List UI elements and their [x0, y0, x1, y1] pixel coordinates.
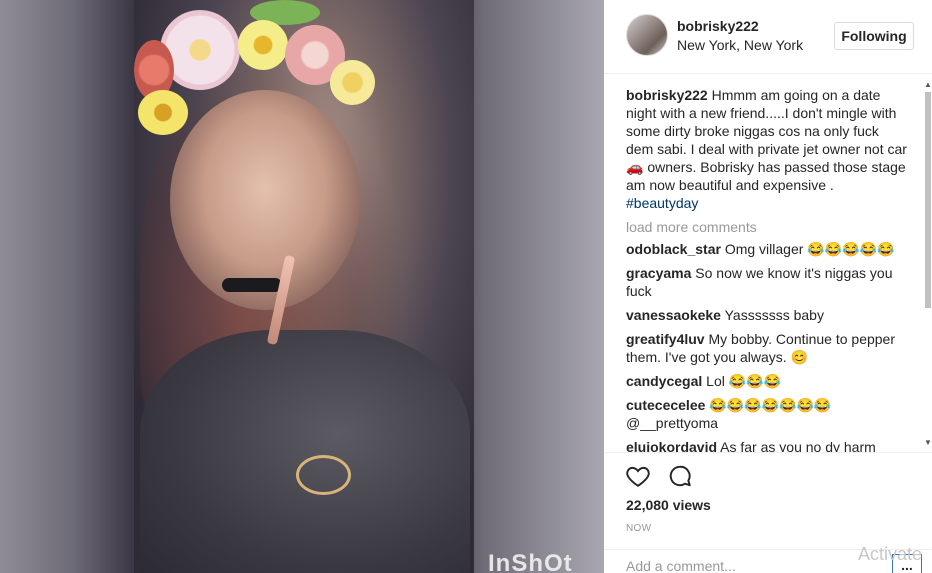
- comment-username[interactable]: cutececelee: [626, 397, 705, 413]
- comment-item: candycegal Lol 😂😂😂: [626, 372, 910, 390]
- comments-list[interactable]: bobrisky222 Hmmm am going on a date nigh…: [626, 86, 910, 452]
- avatar[interactable]: [626, 14, 668, 56]
- like-button[interactable]: [624, 463, 652, 491]
- inshot-watermark: InShOt: [488, 550, 573, 573]
- comment-item: greatify4luv My bobby. Continue to peppe…: [626, 330, 910, 366]
- caption: bobrisky222 Hmmm am going on a date nigh…: [626, 86, 910, 212]
- flower-crown-flower: [138, 90, 188, 135]
- video-subject-shirt: [140, 330, 470, 573]
- comment-username[interactable]: odoblack_star: [626, 241, 721, 257]
- caption-username[interactable]: bobrisky222: [626, 87, 708, 103]
- heart-icon: [626, 466, 650, 487]
- comment-text: Yasssssss baby: [724, 307, 824, 323]
- comment-item: gracyama So now we know it's niggas you …: [626, 264, 910, 300]
- comment-item: elujokordavid As far as you no dy harm a…: [626, 438, 910, 452]
- load-more-comments-link[interactable]: load more comments: [626, 218, 910, 236]
- following-button[interactable]: Following: [834, 22, 914, 50]
- comment-button[interactable]: [666, 463, 694, 491]
- flower-crown-flower: [330, 60, 375, 105]
- post-media[interactable]: InShOt: [0, 0, 604, 573]
- header-location[interactable]: New York, New York: [677, 37, 803, 53]
- scrollbar-thumb[interactable]: [925, 92, 931, 308]
- add-comment-input[interactable]: [626, 558, 866, 573]
- activate-windows-watermark: Activate: [858, 544, 923, 564]
- caption-hashtag[interactable]: #beautyday: [626, 195, 698, 211]
- comment-username[interactable]: candycegal: [626, 373, 702, 389]
- comment-item: odoblack_star Omg villager 😂😂😂😂😂: [626, 240, 910, 258]
- comment-item: cutececelee 😂😂😂😂😂😂😂 @__prettyoma: [626, 396, 910, 432]
- scroll-down-arrow-icon[interactable]: ▼: [924, 438, 932, 448]
- comment-text: Omg villager 😂😂😂😂😂: [724, 241, 895, 257]
- comment-username[interactable]: vanessaokeke: [626, 307, 721, 323]
- flower-crown-flower: [238, 20, 288, 70]
- comment-bubble-icon: [669, 465, 691, 487]
- post-header: bobrisky222 New York, New York Following: [604, 0, 932, 74]
- choker: [222, 278, 282, 292]
- comment-text: Lol 😂😂😂: [706, 373, 782, 389]
- scroll-up-arrow-icon[interactable]: ▲: [924, 80, 932, 90]
- post-time[interactable]: NOW: [626, 523, 651, 534]
- header-username[interactable]: bobrisky222: [677, 18, 759, 34]
- comment-item: vanessaokeke Yasssssss baby: [626, 306, 910, 324]
- video-subject-face: [170, 90, 360, 310]
- video-frame[interactable]: InShOt: [0, 0, 604, 573]
- bracelet: [296, 455, 351, 495]
- comment-username[interactable]: elujokordavid: [626, 439, 717, 452]
- post-panel: bobrisky222 New York, New York Following…: [604, 0, 932, 573]
- comment-username[interactable]: gracyama: [626, 265, 691, 281]
- comment-username[interactable]: greatify4luv: [626, 331, 705, 347]
- comments-scrollbar[interactable]: ▲ ▼: [924, 80, 932, 452]
- view-count[interactable]: 22,080 views: [626, 497, 711, 513]
